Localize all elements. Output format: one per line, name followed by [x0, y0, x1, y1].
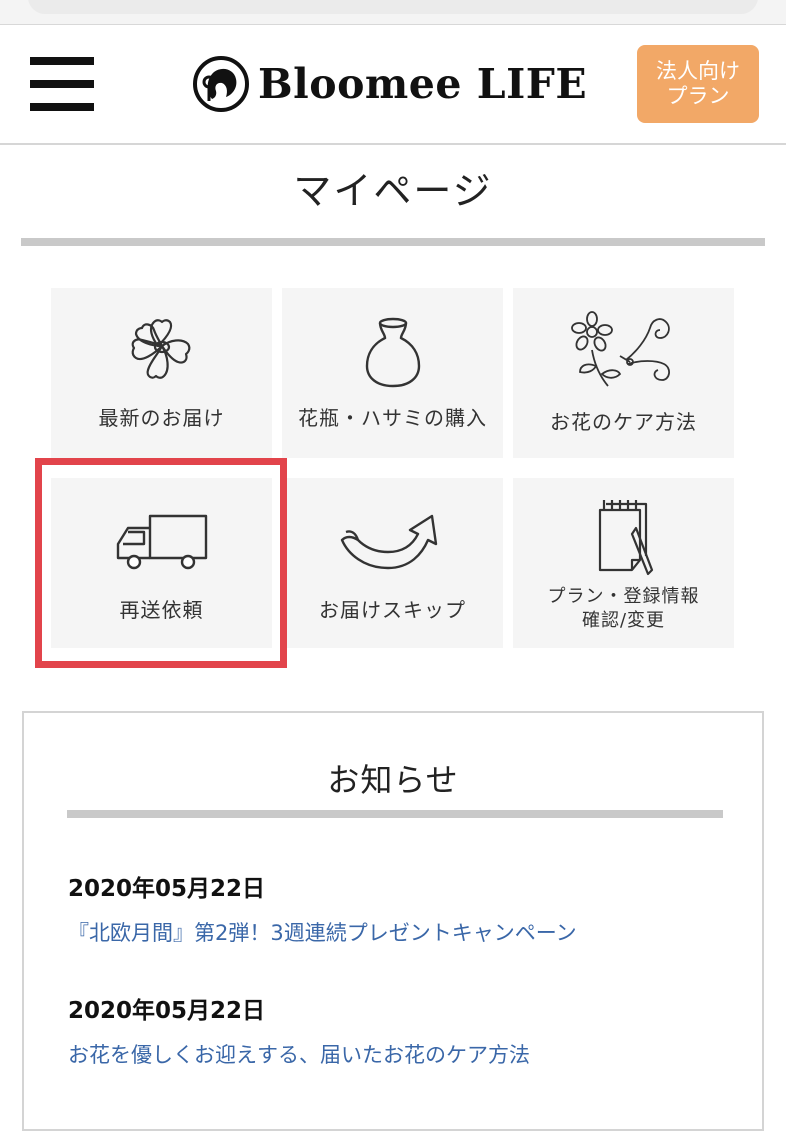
corporate-plan-label-1: 法人向け: [656, 59, 740, 83]
tile-label: 最新のお届け: [98, 406, 225, 430]
tile-latest-delivery[interactable]: 最新のお届け: [51, 288, 272, 458]
news-link[interactable]: お花を優しくお迎えする、届いたお花のケア方法: [68, 1039, 530, 1069]
delivery-truck-icon: [116, 514, 207, 570]
flower-scissors-icon: [570, 311, 670, 387]
flower-icon: [131, 319, 190, 379]
tile-label: 花瓶・ハサミの購入: [298, 406, 487, 430]
hamburger-menu-button[interactable]: [30, 55, 96, 113]
corporate-plan-button[interactable]: 法人向け プラン: [637, 45, 759, 123]
tile-skip-delivery[interactable]: お届けスキップ: [282, 478, 503, 648]
tile-label: お花のケア方法: [550, 410, 697, 434]
tile-label: お届けスキップ: [319, 598, 466, 622]
news-item: 2020年05月22日 『北欧月間』第2弾！3週連続プレゼントキャンペーン: [68, 869, 577, 947]
corporate-plan-label-2: プラン: [666, 84, 730, 108]
tile-vase-scissors-purchase[interactable]: 花瓶・ハサミの購入: [282, 288, 503, 458]
title-divider: [21, 238, 765, 246]
news-date: 2020年05月22日: [68, 876, 266, 902]
news-date: 2020年05月22日: [68, 998, 266, 1024]
page-title: マイページ: [293, 169, 493, 213]
browser-top-strip: [0, 0, 786, 25]
tile-label-line1: プラン・登録情報: [547, 586, 700, 607]
site-header: Bloomee LIFE 法人向け プラン: [0, 25, 786, 145]
address-bar[interactable]: [28, 0, 758, 14]
menu-bar: [30, 103, 94, 111]
notepad-pencil-icon: [598, 500, 653, 576]
tile-label-line2: 確認/変更: [581, 610, 666, 631]
news-link[interactable]: 『北欧月間』第2弾！3週連続プレゼントキャンペーン: [68, 917, 577, 947]
menu-bar: [30, 80, 94, 88]
tile-redelivery-request[interactable]: 再送依頼: [51, 478, 272, 648]
skip-arrow-icon: [340, 514, 437, 570]
site-logo[interactable]: Bloomee LIFE: [192, 53, 587, 115]
news-item: 2020年05月22日 お花を優しくお迎えする、届いたお花のケア方法: [68, 991, 530, 1069]
tile-plan-registration[interactable]: プラン・登録情報 確認/変更: [513, 478, 734, 648]
menu-bar: [30, 57, 94, 65]
news-divider: [67, 810, 723, 818]
news-title: お知らせ: [327, 761, 459, 799]
tile-label: 再送依頼: [119, 598, 204, 622]
news-panel: お知らせ 2020年05月22日 『北欧月間』第2弾！3週連続プレゼントキャンペ…: [22, 711, 764, 1131]
tile-flower-care[interactable]: お花のケア方法: [513, 288, 734, 458]
bloomee-logo-icon: [193, 56, 249, 112]
logo-text: Bloomee LIFE: [258, 60, 588, 108]
vase-icon: [365, 317, 420, 388]
